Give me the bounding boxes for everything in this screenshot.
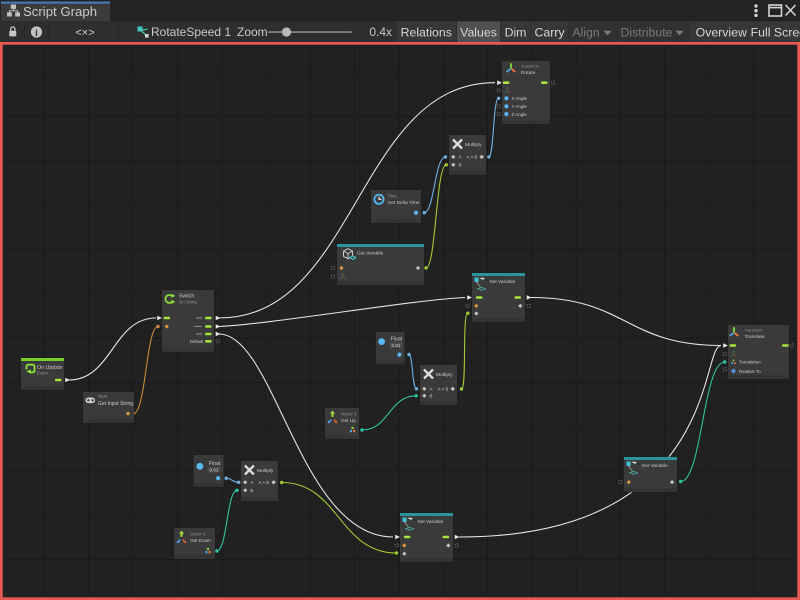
svg-text:Translate: Translate [745,334,765,340]
svg-text:Set Variable: Set Variable [418,519,444,525]
svg-text:0.01: 0.01 [392,343,401,348]
svg-text:Get Delta Time: Get Delta Time [388,200,420,206]
svg-text:Align: Align [572,25,600,39]
svg-text:Values: Values [460,25,497,39]
svg-text:Transform: Transform [521,63,540,68]
svg-text:B: B [459,163,462,168]
svg-text:0.01: 0.01 [210,468,219,473]
svg-text:Rotate: Rotate [521,70,536,76]
svg-text:Z Angle: Z Angle [512,112,528,117]
svg-text:Float: Float [391,337,403,343]
svg-text:i: i [35,28,38,39]
svg-text:Multiply: Multiply [436,372,453,378]
svg-text:Get Variable: Get Variable [642,463,669,469]
svg-text:Default: Default [190,339,205,344]
svg-text:Vector 3: Vector 3 [190,532,206,537]
svg-text:Dim: Dim [505,25,527,39]
svg-text:A × B: A × B [258,480,269,485]
svg-text:Get Variable: Get Variable [357,250,384,256]
svg-text:<×>: <×> [75,27,94,39]
svg-text:Vector 3: Vector 3 [341,412,357,417]
svg-text:Translation: Translation [739,360,761,365]
svg-text:0.4x: 0.4x [369,25,392,39]
svg-text:Relative To: Relative To [739,369,761,374]
svg-text:Switch: Switch [179,294,194,300]
svg-text:A: A [250,480,253,485]
svg-text:A × B: A × B [467,155,478,160]
svg-text:Get Input String: Get Input String [98,401,133,407]
svg-text:A: A [430,387,433,392]
svg-text:Zoom: Zoom [237,25,268,39]
svg-text:Transform: Transform [745,327,764,332]
svg-text:A × B: A × B [438,387,449,392]
svg-text:Event: Event [37,371,49,376]
svg-text:B: B [250,488,253,493]
svg-text:Multiply: Multiply [257,468,274,474]
svg-text:Float: Float [209,461,221,467]
svg-text:Y Angle: Y Angle [512,104,528,109]
svg-text:Overview: Overview [696,25,747,39]
svg-text:On String: On String [179,300,197,305]
svg-text:Multiply: Multiply [465,142,482,148]
svg-text:Distribute: Distribute [621,25,673,39]
svg-text:Get Up: Get Up [341,418,356,423]
svg-text:RotateSpeed 1: RotateSpeed 1 [151,25,231,39]
svg-text:Full Screen: Full Screen [751,25,800,39]
svg-text:A: A [459,155,462,160]
svg-text:Carry: Carry [534,25,565,39]
svg-text:Input: Input [98,394,108,399]
svg-text:B: B [430,394,433,399]
svg-text:Time: Time [388,194,398,199]
svg-text:Get Down: Get Down [190,538,211,543]
svg-text:X Angle: X Angle [512,96,528,101]
svg-text:Relations: Relations [401,25,452,39]
svg-text:Set Variable: Set Variable [490,279,516,285]
svg-text:Script Graph: Script Graph [23,4,97,19]
